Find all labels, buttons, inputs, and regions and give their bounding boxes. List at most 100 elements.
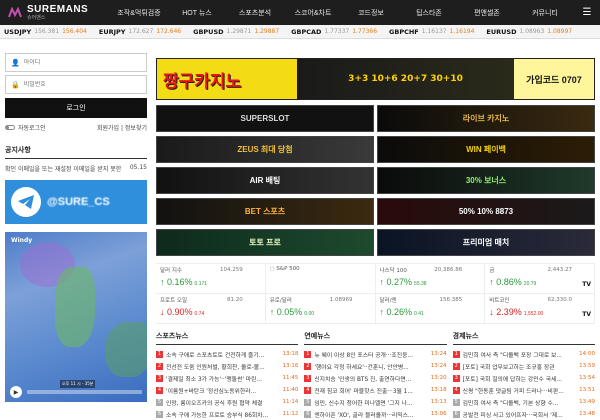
news-item[interactable]: 1 김민희 여사 측 "디올백 포장 그대로 보... 14:00 bbox=[452, 348, 595, 360]
password-input[interactable] bbox=[23, 81, 134, 88]
ad-banner[interactable]: SUPERSLOT bbox=[156, 105, 374, 132]
nav-item-verification[interactable]: 조작&먹튀검증 bbox=[110, 0, 168, 25]
fx-ticker: USDJPY 156.381 156.404 EURJPY 172.627 172.64… bbox=[0, 25, 600, 39]
change-arrow-up-icon: ↑ bbox=[269, 307, 277, 317]
signup-find-links[interactable]: 회원가입 | 정보찾기 bbox=[97, 123, 147, 132]
news-title: [포토] 국회 업무보고하는 조규홍 장관 bbox=[462, 364, 555, 371]
market-change-pct: 0.86% bbox=[496, 277, 522, 287]
news-rank: 4 bbox=[304, 386, 312, 394]
news-item[interactable]: 2 '행야요 각정 하세요'··건훈니, 안안병... 13:24 bbox=[304, 360, 447, 372]
ad-banner[interactable]: ZEUS 최대 당첨 bbox=[156, 136, 374, 163]
market-cell-gold[interactable]: 금 2,443.27 ↑ 0.86% 20.79 TV bbox=[485, 264, 595, 294]
news-item[interactable]: 3 '결제일 최소 3가 가능'··'맹돌썬' 마린... 11:45 bbox=[156, 372, 298, 384]
news-item[interactable]: 6 소속 구애 가능한 프로토 승부식 86회차... 11:12 bbox=[156, 408, 298, 420]
ad-banner-grid: SUPERSLOT 라이브 카지노 ZEUS 최대 당첨 WIN 페이백 AIR… bbox=[156, 105, 595, 256]
ad-banner[interactable]: 라이브 카지노 bbox=[377, 105, 595, 132]
news-item[interactable]: 4 전재 힘코 회어' 마블핫스 진출···3월 1... 13:18 bbox=[304, 384, 447, 396]
nav-item-hot-news[interactable]: HOT 뉴스 bbox=[168, 0, 226, 25]
market-change-abs: 0.41 bbox=[414, 311, 424, 317]
ticker-item: GBPUSD 1.29871 1.29887 bbox=[193, 28, 279, 36]
market-name: 프로트 오일 bbox=[160, 298, 188, 304]
news-column-title[interactable]: 경제뉴스 bbox=[452, 331, 595, 345]
nav-item-code-info[interactable]: 코드정보 bbox=[342, 0, 400, 25]
ad-banner[interactable]: AIR 배팅 bbox=[156, 167, 374, 194]
news-item[interactable]: 1 소속 구애로 스포츠토토 건전하게 즐기... 13:18 bbox=[156, 348, 298, 360]
ad-banner[interactable]: 프리미엄 매치 bbox=[377, 229, 595, 256]
id-input[interactable] bbox=[23, 59, 134, 66]
ad-banner[interactable]: 토토 프로 bbox=[156, 229, 374, 256]
change-arrow-up-icon: ↑ bbox=[379, 307, 387, 317]
site-logo[interactable]: SUREMANS 슈어맨스 bbox=[0, 0, 110, 25]
news-item[interactable]: 3 [포토] 국회 질의에 답하는 강민수 국세... 13:54 bbox=[452, 372, 595, 384]
news-rank: 4 bbox=[452, 386, 460, 394]
play-icon[interactable]: ▶ bbox=[10, 386, 22, 398]
tradingview-icon[interactable]: TV bbox=[582, 311, 591, 318]
ad-banner[interactable]: 30% 보너스 bbox=[377, 167, 595, 194]
market-price: 156.385 bbox=[439, 297, 463, 303]
news-item[interactable]: 5 임민, 신수지 청어한 미나엘면 '그지 나... 13:13 bbox=[304, 396, 447, 408]
ad-banner[interactable]: WIN 페이백 bbox=[377, 136, 595, 163]
economy-news-column: 경제뉴스 1 김민희 여사 측 "디올백 포장 그대로 보... 14:00 2 [포… bbox=[452, 331, 595, 420]
weather-map[interactable]: Windy 오후 11 시 - 35분 ▶ bbox=[5, 232, 147, 402]
market-cell-nasdaq[interactable]: 나스닥 100 20,386.86 ↑ 0.27% 55.38 bbox=[375, 264, 486, 294]
market-cell-eurusd[interactable]: 유로/달러 1.08969 ↑ 0.05% 0.00 bbox=[265, 294, 376, 324]
news-section: 스포츠뉴스 1 소속 구애로 스포츠토토 건전하게 즐기... 13:18 2 전선전… bbox=[156, 331, 595, 420]
news-item[interactable]: 6 엔하이픈 'XO', 골라 블러올까···리믹스... 13:06 bbox=[304, 408, 447, 420]
password-field[interactable]: 🔒 bbox=[5, 75, 147, 94]
market-price: 2,443.27 bbox=[547, 267, 573, 273]
top-ad-banner[interactable]: 짱구카지노 3+3 10+6 20+7 30+10 가입코드 0707 bbox=[156, 58, 595, 100]
nav-item-fun-zone[interactable]: 편앤썰존 bbox=[458, 0, 516, 25]
nav-item-tipster-zone[interactable]: 팁스타존 bbox=[400, 0, 458, 25]
nav-item-sports-analysis[interactable]: 스포츠분석 bbox=[226, 0, 284, 25]
ticker-symbol: USDJPY bbox=[4, 27, 32, 36]
market-price: 20,386.86 bbox=[434, 267, 463, 273]
news-rank: 5 bbox=[304, 398, 312, 406]
ad-banner[interactable]: BET 스포츠 bbox=[156, 198, 374, 225]
ticker-ask: 1.29887 bbox=[254, 28, 280, 35]
telegram-banner[interactable]: @SURE_CS bbox=[5, 180, 147, 224]
entertainment-news-column: 연예뉴스 1뉴 웨이 이상 8인 포스터 공개···조진웅... 13:24 2 '… bbox=[304, 331, 447, 420]
news-item[interactable]: 6 공발전 피싱 사고 있어프자···국회서 '제... 13:48 bbox=[452, 408, 595, 420]
change-arrow-up-icon: ↑ bbox=[379, 277, 387, 287]
tradingview-icon[interactable]: TV bbox=[582, 281, 591, 288]
nav-item-community[interactable]: 커뮤니티 bbox=[516, 0, 574, 25]
market-change-pct: 0.27% bbox=[386, 277, 413, 287]
news-column-title[interactable]: 연예뉴스 bbox=[304, 331, 447, 345]
news-item[interactable]: 2 전선전 도움 인원처벌, 황희찬, 올로-볼... 13:16 bbox=[156, 360, 298, 372]
market-change: ↑ 0.16% 0.171 bbox=[160, 277, 261, 287]
market-change-pct: 2.39% bbox=[496, 307, 522, 317]
news-time: 13:48 bbox=[579, 411, 595, 417]
news-rank: 5 bbox=[452, 398, 460, 406]
ticker-ask: 172.646 bbox=[156, 28, 182, 35]
market-change-abs: 55.38 bbox=[414, 281, 427, 287]
market-price: 1.08969 bbox=[329, 297, 353, 303]
hamburger-icon[interactable]: ☰ bbox=[574, 0, 600, 25]
timeline-bar[interactable] bbox=[27, 390, 142, 394]
news-item[interactable]: 4 신평 "한동훈 댓글팀 거피 드러나···비판... 13:51 bbox=[452, 384, 595, 396]
news-item[interactable]: 1뉴 웨이 이상 8인 포스터 공개···조진웅... 13:24 bbox=[304, 348, 447, 360]
news-item[interactable]: 2 [포토] 국회 업무보고하는 조규홍 장관 13:59 bbox=[452, 360, 595, 372]
news-column-title[interactable]: 스포츠뉴스 bbox=[156, 331, 299, 345]
market-cell-sp500[interactable]: ◌ S&P 500 bbox=[265, 264, 376, 294]
ad-banner[interactable]: 50% 10% 8873 bbox=[377, 198, 595, 225]
id-field[interactable]: 👤 bbox=[5, 53, 147, 72]
news-title: 김민희 여사 측 "디올백 포장 그대로 보... bbox=[462, 352, 562, 359]
news-item[interactable]: 5 김민희 여사 측 "디올백, 기본 상향 수... 13:49 bbox=[452, 396, 595, 408]
nav-item-score-chart[interactable]: 스코어&차트 bbox=[284, 0, 342, 25]
notice-item[interactable]: 확인 이메일을 또는 재설정 이메일을 받지 못한 05.15 bbox=[5, 164, 147, 173]
market-cell-brent[interactable]: 프로트 오일 81.20 ↓ 0.90% 0.74 bbox=[156, 294, 266, 324]
news-item[interactable]: 5 인망, 롱이오즈카의 공식 후원 협약 체결 11:14 bbox=[156, 396, 298, 408]
auto-login-toggle[interactable]: 자동로그인 bbox=[5, 123, 46, 132]
news-item[interactable]: 3 신지치승 '인생의 BTS 진, 출연하다면... 13:20 bbox=[304, 372, 447, 384]
ticker-ask: 1.16194 bbox=[449, 28, 475, 35]
login-button[interactable]: 로그인 bbox=[5, 98, 147, 118]
main-content: 짱구카지노 3+3 10+6 20+7 30+10 가입코드 0707 SUPE… bbox=[156, 58, 595, 420]
market-cell-usdjpy[interactable]: 달러/엔 156.385 ↑ 0.26% 0.41 bbox=[375, 294, 486, 324]
ticker-symbol: EURJPY bbox=[98, 27, 126, 36]
market-change-pct: 0.90% bbox=[167, 307, 193, 317]
market-cell-dollar-index[interactable]: 달러 지수 104.259 ↑ 0.16% 0.171 bbox=[156, 264, 266, 294]
news-item[interactable]: 4 '이름원+바탄크 '정선심노동위한라... 11:40 bbox=[156, 384, 298, 396]
news-title: 공발전 피싱 사고 있어프자···국회서 '제... bbox=[462, 412, 563, 419]
news-time: 13:18 bbox=[282, 351, 299, 357]
market-cell-bitcoin[interactable]: 비트코인 62,330.0 ↓ 2.39% 1,552.00 TV bbox=[485, 294, 595, 324]
